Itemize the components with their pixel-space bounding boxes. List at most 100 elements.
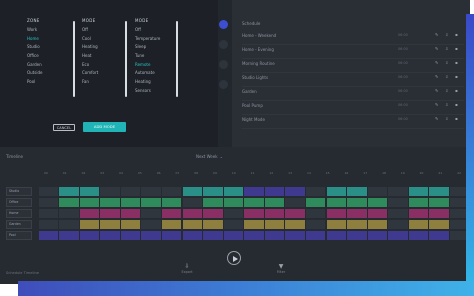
timeline-block[interactable] bbox=[367, 231, 388, 240]
timeline-block[interactable] bbox=[223, 198, 244, 207]
option-selected[interactable]: Remote bbox=[135, 61, 175, 70]
timeline-block[interactable] bbox=[408, 220, 429, 229]
nav-dot-icon[interactable] bbox=[219, 40, 228, 49]
export-control[interactable]: ⇩ Export bbox=[177, 263, 197, 274]
download-icon[interactable]: ⇩ bbox=[445, 61, 449, 65]
edit-icon[interactable]: ✎ bbox=[435, 75, 439, 79]
nav-dot-icon[interactable] bbox=[219, 60, 228, 69]
edit-icon[interactable]: ✎ bbox=[435, 103, 439, 107]
timeline-block[interactable] bbox=[79, 198, 100, 207]
option[interactable]: Sensors bbox=[135, 87, 175, 96]
timeline-block[interactable] bbox=[161, 231, 182, 240]
timeline-block[interactable] bbox=[59, 231, 79, 240]
timeline-block[interactable] bbox=[285, 209, 305, 218]
timeline-block[interactable] bbox=[408, 198, 429, 207]
timeline-block[interactable] bbox=[429, 198, 449, 207]
timeline-block[interactable] bbox=[264, 231, 285, 240]
picker-scrollbar[interactable] bbox=[125, 21, 127, 97]
delete-icon[interactable]: ▪ bbox=[455, 117, 459, 121]
timeline-slot[interactable] bbox=[38, 209, 59, 218]
download-icon[interactable]: ⇩ bbox=[445, 103, 449, 107]
nav-dot-icon[interactable] bbox=[219, 80, 228, 89]
timeline-block[interactable] bbox=[59, 198, 79, 207]
timeline-block[interactable] bbox=[203, 220, 223, 229]
timeline-block[interactable] bbox=[244, 209, 264, 218]
timeline-block[interactable] bbox=[285, 220, 305, 229]
timeline-range-select[interactable]: Next Week ⌄ bbox=[196, 154, 223, 159]
delete-icon[interactable]: ▪ bbox=[455, 61, 459, 65]
timeline-block[interactable] bbox=[264, 198, 285, 207]
timeline-block[interactable] bbox=[408, 209, 429, 218]
add-mode-button[interactable]: ADD MODE bbox=[83, 122, 126, 132]
timeline-block[interactable] bbox=[367, 209, 388, 218]
timeline-slot[interactable] bbox=[141, 187, 161, 196]
timeline-block[interactable] bbox=[79, 187, 100, 196]
timeline-block[interactable] bbox=[223, 231, 244, 240]
option[interactable]: Studio bbox=[27, 43, 67, 52]
timeline-slot[interactable] bbox=[120, 187, 141, 196]
timeline-block[interactable] bbox=[203, 209, 223, 218]
timeline-block[interactable] bbox=[161, 198, 182, 207]
option[interactable]: Off bbox=[82, 26, 122, 35]
timeline-block[interactable] bbox=[429, 231, 449, 240]
timeline-block[interactable] bbox=[326, 209, 347, 218]
timeline-slot[interactable] bbox=[59, 220, 79, 229]
timeline-slot[interactable] bbox=[388, 220, 408, 229]
timeline-slot[interactable] bbox=[38, 198, 59, 207]
timeline-grid[interactable] bbox=[38, 184, 470, 242]
timeline-block[interactable] bbox=[100, 220, 120, 229]
schedule-row[interactable]: Night Mode 06:00 ✎ ⇩ ▪ bbox=[242, 114, 464, 129]
timeline-block[interactable] bbox=[182, 187, 203, 196]
timeline-block[interactable] bbox=[388, 231, 408, 240]
timeline-block[interactable] bbox=[347, 187, 367, 196]
option[interactable]: Off bbox=[135, 26, 175, 35]
timeline-block[interactable] bbox=[326, 198, 347, 207]
delete-icon[interactable]: ▪ bbox=[455, 33, 459, 37]
timeline-block[interactable] bbox=[79, 231, 100, 240]
timeline-slot[interactable] bbox=[141, 220, 161, 229]
timeline-block[interactable] bbox=[244, 198, 264, 207]
schedule-row[interactable]: Studio Lights 06:00 ✎ ⇩ ▪ bbox=[242, 72, 464, 87]
cancel-button[interactable]: CANCEL bbox=[53, 124, 75, 131]
timeline-block[interactable] bbox=[120, 220, 141, 229]
delete-icon[interactable]: ▪ bbox=[455, 75, 459, 79]
timeline-block[interactable] bbox=[203, 198, 223, 207]
timeline-block[interactable] bbox=[347, 220, 367, 229]
timeline-block[interactable] bbox=[305, 231, 326, 240]
option[interactable]: Comfort bbox=[82, 69, 122, 78]
timeline-slot[interactable] bbox=[367, 187, 388, 196]
timeline-block[interactable] bbox=[326, 220, 347, 229]
option[interactable]: Temperature bbox=[135, 35, 175, 44]
timeline-block[interactable] bbox=[161, 220, 182, 229]
timeline-block[interactable] bbox=[244, 187, 264, 196]
option[interactable]: Heat bbox=[82, 52, 122, 61]
timeline-block[interactable] bbox=[223, 187, 244, 196]
timeline-block[interactable] bbox=[79, 209, 100, 218]
schedule-row[interactable]: Garden 06:00 ✎ ⇩ ▪ bbox=[242, 86, 464, 101]
timeline-slot[interactable] bbox=[38, 187, 59, 196]
timeline-block[interactable] bbox=[429, 220, 449, 229]
timeline-block[interactable] bbox=[264, 220, 285, 229]
timeline-block[interactable] bbox=[429, 187, 449, 196]
option[interactable]: Heating bbox=[82, 43, 122, 52]
option[interactable]: Pool bbox=[27, 78, 67, 87]
timeline-block[interactable] bbox=[408, 231, 429, 240]
schedule-row[interactable]: Morning Routine 06:00 ✎ ⇩ ▪ bbox=[242, 58, 464, 73]
timeline-slot[interactable] bbox=[388, 209, 408, 218]
timeline-slot[interactable] bbox=[38, 220, 59, 229]
timeline-block[interactable] bbox=[408, 187, 429, 196]
timeline-block[interactable] bbox=[100, 198, 120, 207]
schedule-row[interactable]: Pool Pump 06:00 ✎ ⇩ ▪ bbox=[242, 100, 464, 115]
option[interactable]: Office bbox=[27, 52, 67, 61]
schedule-row[interactable]: Home - Evening 06:00 ✎ ⇩ ▪ bbox=[242, 44, 464, 59]
timeline-block[interactable] bbox=[347, 198, 367, 207]
option[interactable]: Tune bbox=[135, 52, 175, 61]
timeline-slot[interactable] bbox=[223, 209, 244, 218]
delete-icon[interactable]: ▪ bbox=[455, 47, 459, 51]
download-icon[interactable]: ⇩ bbox=[445, 117, 449, 121]
download-icon[interactable]: ⇩ bbox=[445, 75, 449, 79]
timeline-block[interactable] bbox=[182, 220, 203, 229]
timeline-slot[interactable] bbox=[182, 198, 203, 207]
edit-icon[interactable]: ✎ bbox=[435, 47, 439, 51]
timeline-block[interactable] bbox=[59, 187, 79, 196]
